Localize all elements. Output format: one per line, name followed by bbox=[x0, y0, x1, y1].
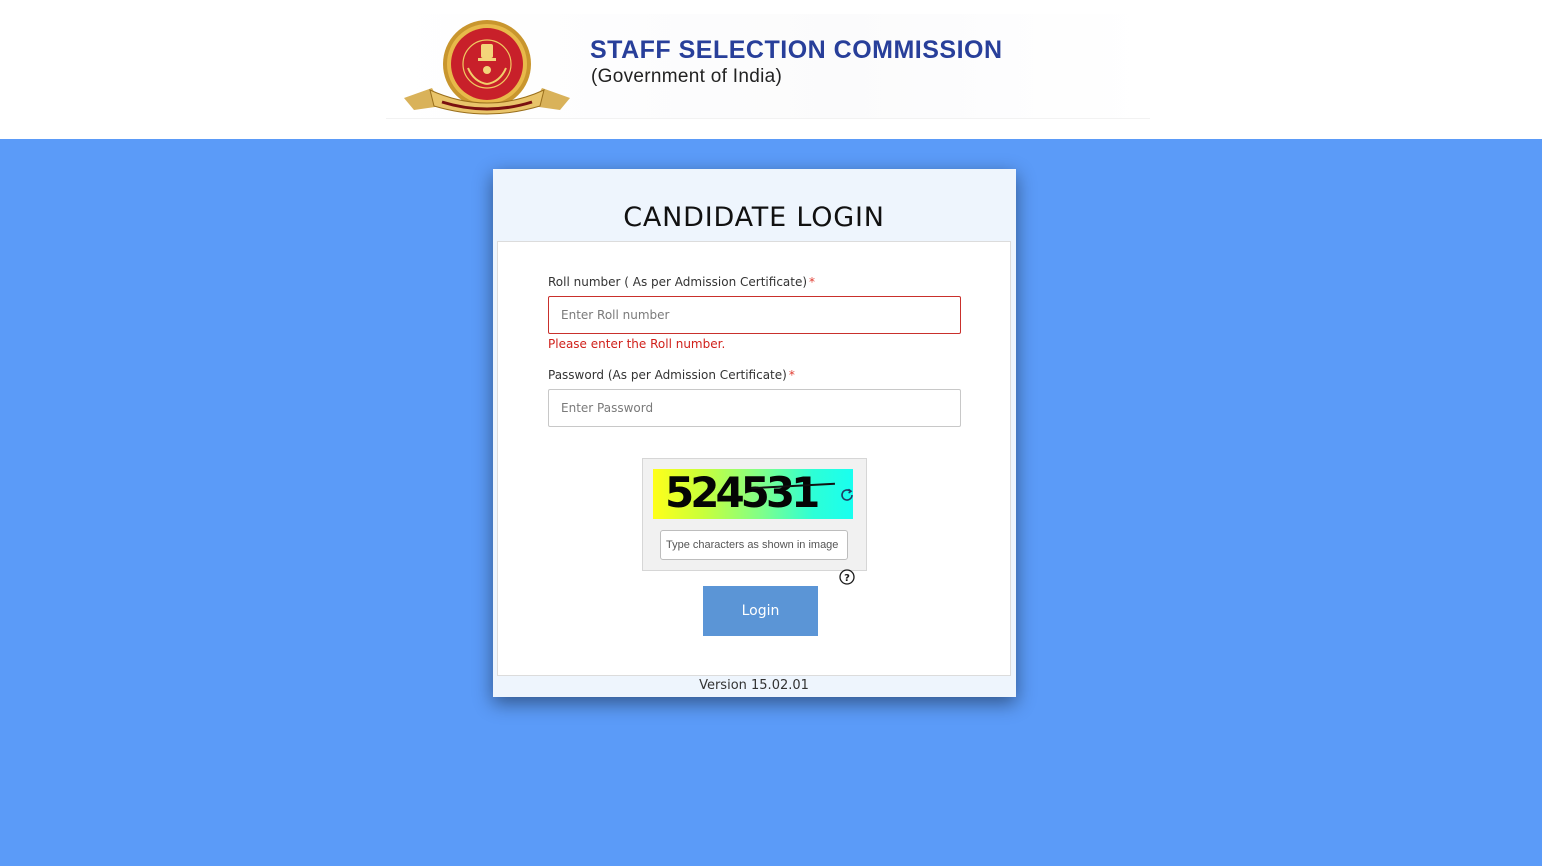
roll-number-label: Roll number ( As per Admission Certifica… bbox=[548, 275, 815, 289]
captcha-image-text: 524531 bbox=[665, 469, 820, 517]
help-icon[interactable]: ? bbox=[839, 569, 855, 585]
roll-number-label-text: Roll number ( As per Admission Certifica… bbox=[548, 275, 808, 289]
password-label-text: Password (As per Admission Certificate) bbox=[548, 368, 787, 382]
svg-text:?: ? bbox=[844, 573, 850, 584]
captcha-input[interactable] bbox=[660, 530, 848, 560]
captcha-image: 524531 bbox=[653, 469, 853, 519]
required-mark: * bbox=[809, 275, 816, 289]
roll-number-input[interactable] bbox=[548, 296, 961, 334]
ssc-emblem-icon bbox=[404, 20, 570, 115]
login-button[interactable]: Login bbox=[703, 586, 818, 636]
password-input[interactable] bbox=[548, 389, 961, 427]
password-label: Password (As per Admission Certificate) * bbox=[548, 368, 795, 382]
refresh-icon[interactable] bbox=[839, 487, 855, 503]
version-text: Version 15.02.01 bbox=[699, 678, 809, 693]
site-header: STAFF SELECTION COMMISSION (Government o… bbox=[0, 0, 1542, 139]
org-name: STAFF SELECTION COMMISSION bbox=[590, 36, 1003, 64]
required-mark: * bbox=[788, 368, 795, 382]
org-subtitle: (Government of India) bbox=[591, 66, 783, 87]
login-title: CANDIDATE LOGIN bbox=[623, 202, 885, 233]
roll-number-error: Please enter the Roll number. bbox=[548, 337, 726, 351]
